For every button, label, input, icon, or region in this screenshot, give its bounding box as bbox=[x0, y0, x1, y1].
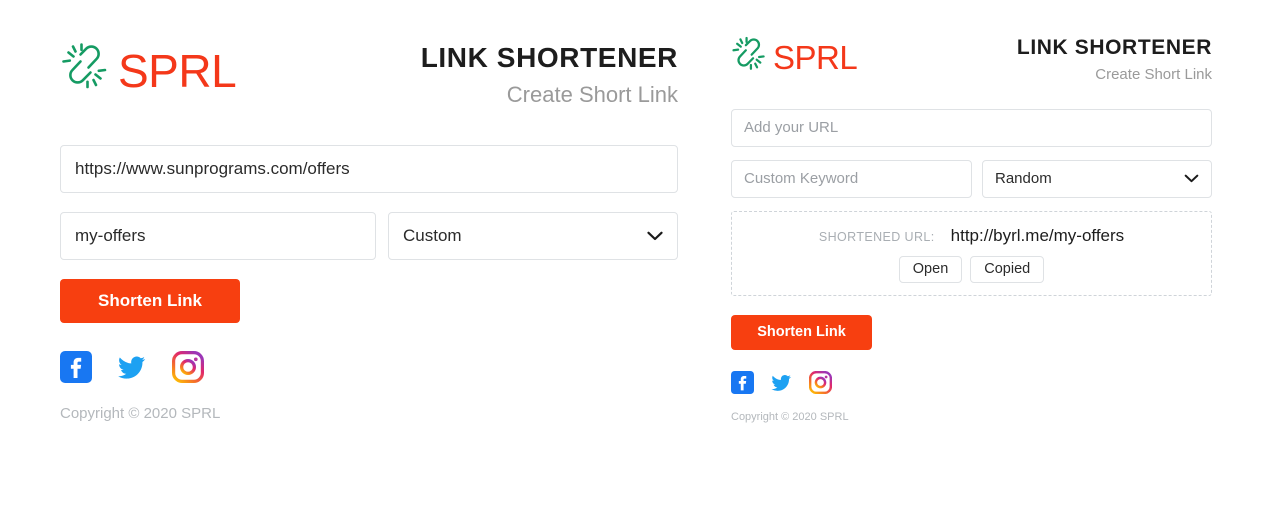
left-panel: SPRL LINK SHORTENER Create Short Link ht… bbox=[60, 42, 678, 422]
copyright-text: Copyright © 2020 SPRL bbox=[731, 410, 849, 423]
left-second-row: my-offers Custom bbox=[60, 211, 678, 260]
right-panel: SPRL LINK SHORTENER Create Short Link Ad… bbox=[731, 36, 1212, 423]
keyword-input-placeholder: Custom Keyword bbox=[744, 170, 859, 188]
shortened-url-line: SHORTENED URL: http://byrl.me/my-offers bbox=[732, 226, 1211, 246]
url-input-value: https://www.sunprograms.com/offers bbox=[75, 158, 350, 178]
mode-select-value: Random bbox=[995, 170, 1052, 188]
brand-logo[interactable]: SPRL bbox=[60, 42, 237, 99]
keyword-input-value: my-offers bbox=[75, 225, 146, 245]
twitter-icon[interactable] bbox=[770, 371, 793, 399]
copy-link-button[interactable]: Copied bbox=[970, 255, 1045, 283]
brand-wordmark: SPRL bbox=[773, 39, 858, 76]
keyword-input[interactable]: Custom Keyword bbox=[731, 159, 972, 198]
copyright-text: Copyright © 2020 SPRL bbox=[60, 404, 221, 422]
shortened-url-label: SHORTENED URL: bbox=[818, 229, 935, 244]
social-links bbox=[731, 370, 1212, 399]
right-header: SPRL LINK SHORTENER Create Short Link bbox=[731, 36, 1212, 85]
keyword-input[interactable]: my-offers bbox=[60, 211, 376, 260]
link-burst-logo-icon bbox=[731, 36, 773, 79]
left-header: SPRL LINK SHORTENER Create Short Link bbox=[60, 42, 678, 110]
url-input[interactable]: Add your URL bbox=[731, 108, 1212, 147]
mode-select[interactable]: Random bbox=[982, 159, 1212, 198]
page-subtitle: Create Short Link bbox=[1095, 66, 1212, 84]
result-actions: Open Copied bbox=[732, 255, 1211, 283]
chevron-down-icon bbox=[1184, 170, 1199, 187]
shortened-url-result: SHORTENED URL: http://byrl.me/my-offers … bbox=[731, 210, 1212, 296]
shorten-link-button[interactable]: Shorten Link bbox=[60, 278, 240, 323]
shortened-url-value[interactable]: http://byrl.me/my-offers bbox=[951, 226, 1125, 246]
page-title: LINK SHORTENER bbox=[420, 42, 678, 73]
app-root: SPRL LINK SHORTENER Create Short Link ht… bbox=[0, 0, 1280, 512]
shorten-link-button[interactable]: Shorten Link bbox=[731, 314, 872, 350]
twitter-icon[interactable] bbox=[116, 351, 148, 388]
instagram-icon[interactable] bbox=[808, 370, 833, 399]
brand-logo[interactable]: SPRL bbox=[731, 36, 858, 79]
left-title-block: LINK SHORTENER Create Short Link bbox=[421, 42, 678, 110]
right-second-row: Custom Keyword Random bbox=[731, 159, 1212, 198]
brand-wordmark: SPRL bbox=[118, 44, 237, 97]
page-title: LINK SHORTENER bbox=[1016, 36, 1212, 59]
facebook-icon[interactable] bbox=[731, 370, 754, 399]
mode-select-value: Custom bbox=[403, 225, 462, 245]
social-links bbox=[60, 350, 678, 388]
facebook-icon[interactable] bbox=[60, 350, 92, 388]
chevron-down-icon bbox=[647, 226, 663, 246]
mode-select[interactable]: Custom bbox=[388, 211, 678, 260]
right-title-block: LINK SHORTENER Create Short Link bbox=[1017, 36, 1212, 85]
link-burst-logo-icon bbox=[60, 42, 118, 99]
open-link-button[interactable]: Open bbox=[898, 255, 963, 283]
url-input-placeholder: Add your URL bbox=[744, 119, 839, 137]
instagram-icon[interactable] bbox=[172, 350, 204, 388]
url-input[interactable]: https://www.sunprograms.com/offers bbox=[60, 144, 678, 193]
page-subtitle: Create Short Link bbox=[506, 82, 678, 108]
